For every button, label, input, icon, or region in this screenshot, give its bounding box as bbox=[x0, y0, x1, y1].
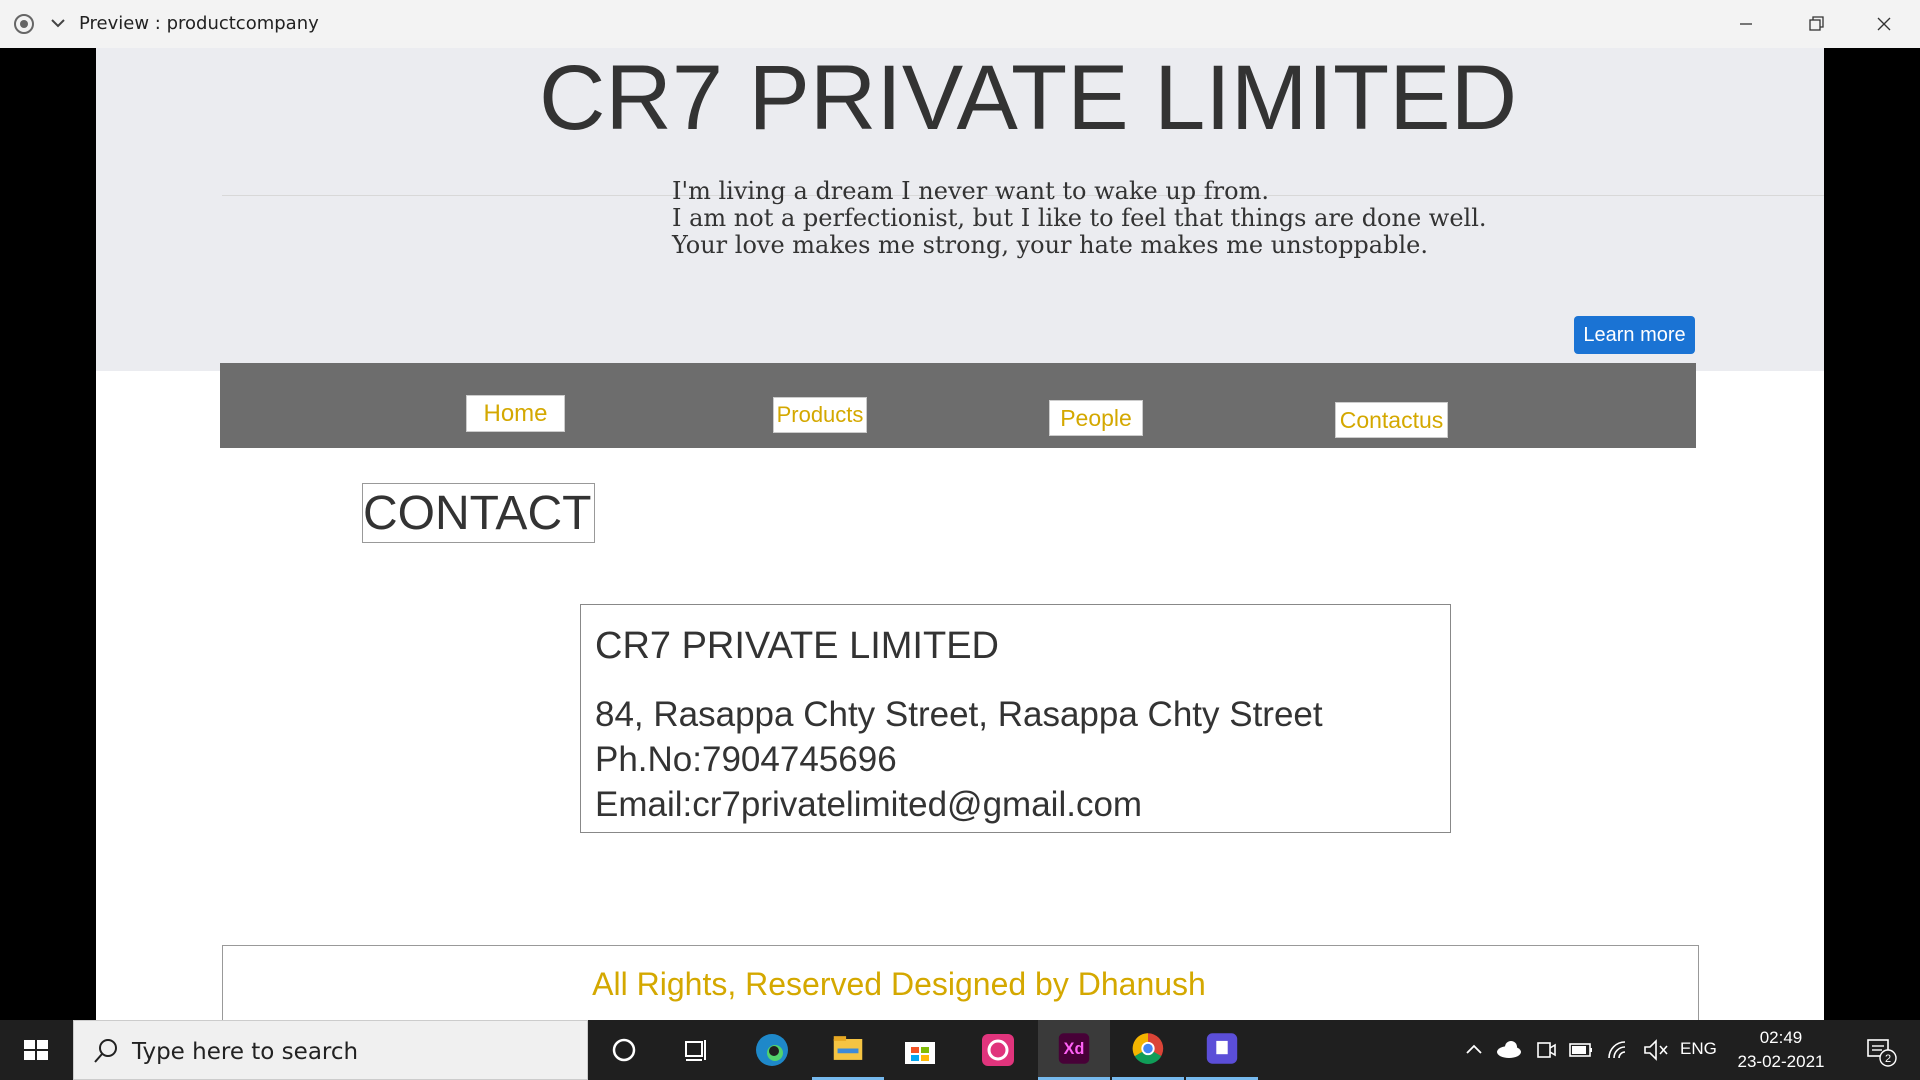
notification-icon[interactable]: 2 bbox=[1856, 1020, 1904, 1080]
adobe-xd-icon[interactable]: Xd bbox=[1038, 1020, 1110, 1080]
contact-company-name: CR7 PRIVATE LIMITED bbox=[595, 625, 999, 667]
nav-home-button[interactable]: Home bbox=[466, 395, 565, 432]
record-icon[interactable] bbox=[14, 14, 34, 34]
clock-time: 02:49 bbox=[1759, 1028, 1803, 1047]
hero-section: CR7 PRIVATE LIMITED I'm living a dream I… bbox=[96, 48, 1824, 371]
notification-count: 2 bbox=[1885, 1053, 1891, 1065]
nav-bar: Home Products People Contactus bbox=[220, 363, 1696, 448]
search-icon bbox=[94, 1039, 117, 1063]
clock-date: 23-02-2021 bbox=[1737, 1052, 1825, 1071]
restore-icon[interactable] bbox=[1782, 0, 1850, 48]
footer: All Rights, Reserved Designed by Dhanush bbox=[222, 945, 1699, 1020]
chevron-down-icon[interactable] bbox=[48, 12, 68, 34]
nav-people-button[interactable]: People bbox=[1049, 400, 1143, 436]
taskbar-search-box[interactable]: Type here to search bbox=[73, 1020, 588, 1080]
nav-contactus-button[interactable]: Contactus bbox=[1335, 402, 1448, 438]
learn-more-button[interactable]: Learn more bbox=[1574, 316, 1695, 354]
contact-phone: Ph.No:7904745696 bbox=[595, 740, 897, 779]
quote-line: I'm living a dream I never want to wake … bbox=[672, 177, 1269, 205]
nav-products-button[interactable]: Products bbox=[773, 397, 867, 433]
taskbar: Type here to search Xd ENG 02:49 23-02-2… bbox=[0, 1020, 1920, 1080]
creative-cloud-icon[interactable] bbox=[962, 1020, 1034, 1080]
battery-icon[interactable] bbox=[1566, 1020, 1596, 1080]
file-explorer-icon[interactable] bbox=[812, 1020, 884, 1080]
language-indicator[interactable]: ENG bbox=[1680, 1039, 1717, 1059]
chrome-icon[interactable] bbox=[1112, 1020, 1184, 1080]
page-viewport: CR7 PRIVATE LIMITED I'm living a dream I… bbox=[96, 48, 1824, 1020]
contact-email: Email:cr7privatelimited@gmail.com bbox=[595, 785, 1143, 824]
wifi-icon[interactable] bbox=[1604, 1020, 1634, 1080]
footer-text: All Rights, Reserved Designed by Dhanush bbox=[592, 966, 1206, 1002]
quote-line: I am not a perfectionist, but I like to … bbox=[672, 204, 1487, 232]
close-icon[interactable] bbox=[1850, 0, 1918, 48]
onedrive-icon[interactable] bbox=[1494, 1020, 1524, 1080]
chevron-up-icon[interactable] bbox=[1460, 1020, 1488, 1080]
quotes: I'm living a dream I never want to wake … bbox=[672, 178, 1487, 259]
window-title: Preview : productcompany bbox=[79, 13, 319, 34]
search-placeholder: Type here to search bbox=[132, 1039, 359, 1065]
company-title: CR7 PRIVATE LIMITED bbox=[538, 48, 1518, 149]
store-icon[interactable] bbox=[884, 1020, 956, 1080]
quote-line: Your love makes me strong, your hate mak… bbox=[672, 231, 1428, 259]
minimize-icon[interactable] bbox=[1712, 0, 1780, 48]
volume-muted-icon[interactable] bbox=[1640, 1020, 1670, 1080]
meet-now-icon[interactable] bbox=[1532, 1020, 1560, 1080]
app-icon[interactable] bbox=[1186, 1020, 1258, 1080]
contact-card: CR7 PRIVATE LIMITED 84, Rasappa Chty Str… bbox=[580, 604, 1451, 833]
window-titlebar: Preview : productcompany bbox=[0, 0, 1920, 48]
task-view-icon[interactable] bbox=[660, 1020, 732, 1080]
edge-icon[interactable] bbox=[736, 1020, 808, 1080]
contact-heading: CONTACT bbox=[362, 483, 595, 543]
svg-text:Xd: Xd bbox=[1064, 1040, 1085, 1058]
cortana-icon[interactable] bbox=[588, 1020, 660, 1080]
contact-address: 84, Rasappa Chty Street, Rasappa Chty St… bbox=[595, 695, 1323, 734]
clock[interactable]: 02:49 23-02-2021 bbox=[1735, 1026, 1827, 1074]
windows-start-icon[interactable] bbox=[0, 1020, 72, 1080]
